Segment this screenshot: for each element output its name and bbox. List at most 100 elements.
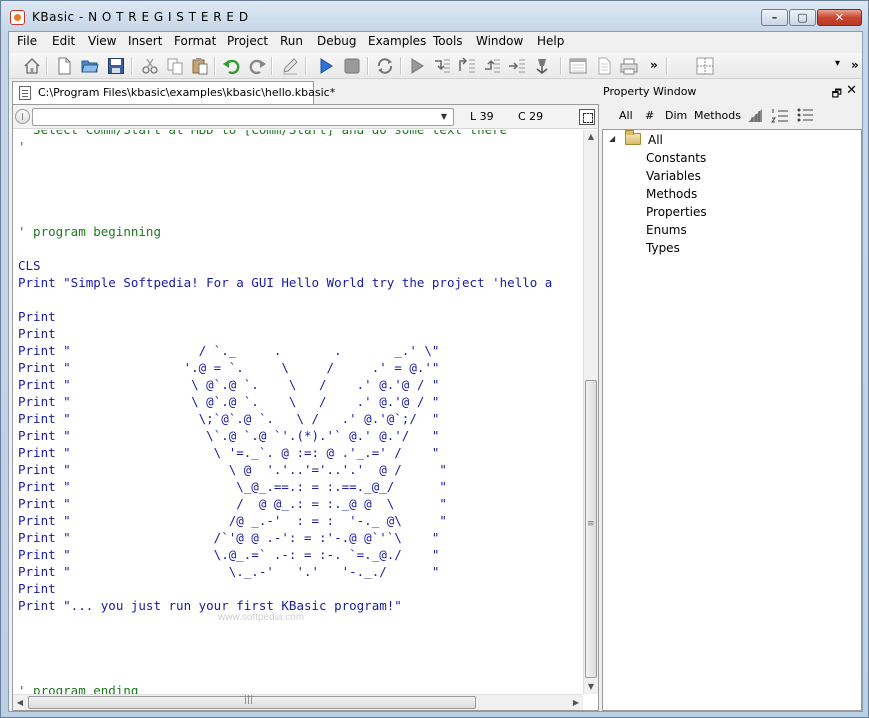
fullscreen-icon[interactable] (579, 109, 595, 125)
menu-view[interactable]: View (88, 34, 116, 48)
tree-item-all[interactable]: All (648, 133, 663, 147)
grid-icon[interactable] (696, 57, 714, 75)
kbasic-logo-icon[interactable] (10, 10, 25, 25)
run-icon[interactable] (317, 57, 335, 75)
vertical-scroll-thumb[interactable] (585, 380, 597, 678)
procedure-select[interactable]: ▼ (32, 108, 454, 126)
redo-icon[interactable] (248, 57, 266, 75)
toolbar-overflow-chevron[interactable]: » (650, 58, 658, 72)
bar-chart-icon[interactable] (746, 107, 764, 124)
code-line: Print " \ @ '.'..'='..'.' @ / " (18, 462, 447, 477)
toolbar-separator (400, 57, 402, 75)
maximize-icon: ▢ (797, 11, 808, 24)
clipped-code-line: ' Select Comm/Start at MBD to [Comm/Star… (18, 130, 507, 138)
tree-item-variables[interactable]: Variables (646, 169, 701, 183)
tree-item-types[interactable]: Types (646, 241, 680, 255)
open-folder-icon[interactable] (81, 57, 99, 75)
step-to-cursor-icon[interactable] (508, 57, 526, 75)
home-icon[interactable] (23, 57, 41, 75)
title-bar[interactable]: KBasic - N O T R E G I S T E R E D – ▢ ✕ (1, 1, 868, 31)
code-line: Print "Simple Softpedia! For a GUI Hello… (18, 275, 553, 290)
toolbar-dropdown-arrow[interactable]: ▾ (835, 58, 840, 69)
close-icon[interactable]: ✕ (846, 83, 857, 98)
stop-icon[interactable] (343, 57, 361, 75)
numbered-list-icon[interactable] (771, 107, 789, 124)
code-line: Print " \ '=._`. @ :=: @ .'_.=' / " (18, 445, 440, 460)
minimize-button[interactable]: – (761, 9, 788, 26)
maximize-button[interactable]: ▢ (789, 9, 816, 26)
code-line: Print (18, 326, 56, 341)
close-icon: ✕ (834, 11, 845, 24)
filter-methods-button[interactable]: Methods (694, 109, 741, 122)
form-icon[interactable] (569, 57, 587, 75)
property-tree: ◢ All Constants Variables Methods Proper… (602, 129, 862, 711)
tree-item-enums[interactable]: Enums (646, 223, 687, 237)
code-line: Print " /@ _.-' : = : '-._ @\ " (18, 513, 447, 528)
code-line: CLS (18, 258, 41, 273)
code-line: Print " \;`@`.@ `. \ / .' @.'@`;/ " (18, 411, 440, 426)
menu-bar: File Edit View Insert Format Project Run… (9, 32, 862, 51)
step-into-icon[interactable] (433, 57, 451, 75)
code-line: Print "... you just run your first KBasi… (18, 598, 402, 613)
property-toolbar: All # Dim Methods (600, 102, 862, 128)
code-line: Print " \ @`.@ `. \ / .' @.'@ / " (18, 394, 440, 409)
undo-icon[interactable] (223, 57, 241, 75)
toolbar-overflow-chevron-right[interactable]: » (851, 58, 859, 72)
copy-icon[interactable] (166, 57, 184, 75)
main-toolbar: » ▾ » (9, 53, 862, 79)
tree-item-constants[interactable]: Constants (646, 151, 706, 165)
scroll-down-icon[interactable]: ▼ (584, 680, 598, 694)
toolbar-separator (305, 57, 307, 75)
menu-run[interactable]: Run (280, 34, 303, 48)
tree-item-properties[interactable]: Properties (646, 205, 707, 219)
menu-examples[interactable]: Examples (368, 34, 426, 48)
menu-file[interactable]: File (17, 34, 37, 48)
play-icon[interactable] (408, 57, 426, 75)
new-file-icon[interactable] (55, 57, 73, 75)
document-tab-strip: C:\Program Files\kbasic\examples\kbasic\… (9, 80, 599, 104)
horizontal-scroll-thumb[interactable] (28, 695, 476, 709)
editor-toolbar: ▼ L 39 C 29 (13, 105, 598, 129)
toolbar-separator (666, 57, 668, 75)
close-button[interactable]: ✕ (817, 9, 862, 26)
tree-item-methods[interactable]: Methods (646, 187, 697, 201)
document-icon[interactable] (595, 57, 613, 75)
menu-insert[interactable]: Insert (128, 34, 162, 48)
save-icon[interactable] (107, 57, 125, 75)
menu-window[interactable]: Window (476, 34, 523, 48)
code-comment-line: ' program ending (18, 683, 139, 694)
print-icon[interactable] (620, 57, 638, 75)
toolbar-separator (560, 57, 562, 75)
step-over-icon[interactable] (458, 57, 476, 75)
breakpoint-icon[interactable] (533, 57, 551, 75)
filter-constants-button[interactable]: # (645, 109, 654, 122)
horizontal-scrollbar[interactable]: ◀ ▶ (13, 694, 583, 710)
cut-icon[interactable] (141, 57, 159, 75)
menu-debug[interactable]: Debug (317, 34, 356, 48)
filter-all-button[interactable]: All (619, 109, 633, 122)
toolbar-separator (214, 57, 216, 75)
chevron-down-icon: ▼ (440, 112, 448, 121)
bullet-list-icon[interactable] (796, 107, 814, 124)
code-text-area[interactable]: ' Select Comm/Start at MBD to [Comm/Star… (13, 130, 583, 694)
info-button[interactable] (15, 109, 30, 124)
menu-tools[interactable]: Tools (433, 34, 463, 48)
scroll-left-icon[interactable]: ◀ (13, 695, 27, 710)
paste-icon[interactable] (191, 57, 209, 75)
edit-icon[interactable] (281, 57, 299, 75)
toolbar-separator (131, 57, 133, 75)
tab-hello-kbasic[interactable]: C:\Program Files\kbasic\examples\kbasic\… (12, 81, 335, 104)
menu-help[interactable]: Help (537, 34, 564, 48)
vertical-scrollbar[interactable]: ▲ ▼ (583, 130, 598, 694)
filter-dim-button[interactable]: Dim (665, 109, 687, 122)
menu-edit[interactable]: Edit (52, 34, 75, 48)
window-controls: – ▢ ✕ (760, 9, 862, 26)
property-window: Property Window 🗗 ✕ All # Dim Methods ◢ … (600, 80, 862, 711)
scroll-up-icon[interactable]: ▲ (584, 130, 598, 144)
scroll-right-icon[interactable]: ▶ (569, 695, 583, 710)
step-out-icon[interactable] (483, 57, 501, 75)
tree-expand-icon[interactable]: ◢ (609, 134, 615, 143)
menu-project[interactable]: Project (227, 34, 268, 48)
menu-format[interactable]: Format (174, 34, 216, 48)
refresh-icon[interactable] (376, 57, 394, 75)
